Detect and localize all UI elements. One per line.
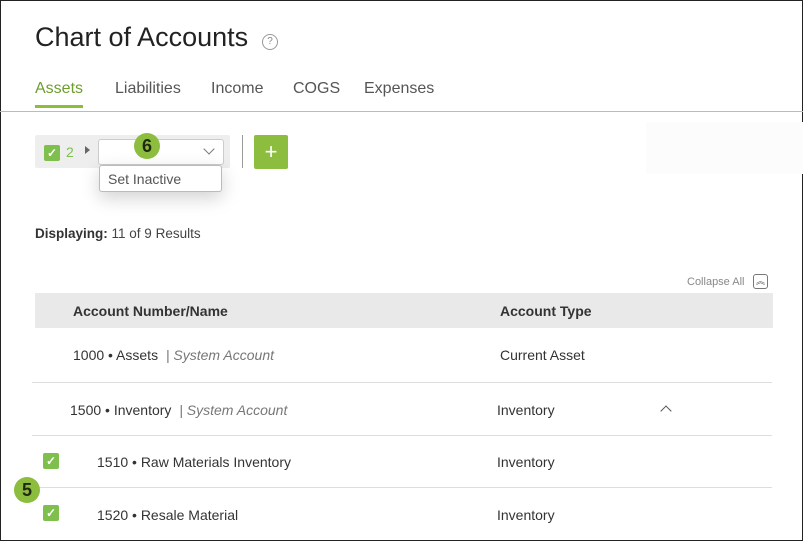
table-row[interactable]: 1500 • Inventory | System Account — [70, 402, 287, 418]
system-account-tag: | System Account — [165, 347, 275, 363]
account-name[interactable]: 1520 • Resale Material — [97, 507, 238, 523]
selected-count: 2 — [66, 144, 74, 160]
account-name: 1000 • Assets — [73, 347, 159, 363]
row-divider — [32, 435, 772, 436]
column-header-type[interactable]: Account Type — [500, 303, 592, 319]
tab-cogs[interactable]: COGS — [293, 80, 340, 98]
account-name: 1500 • Inventory — [70, 402, 172, 418]
add-account-button[interactable]: + — [254, 135, 288, 169]
table-row[interactable]: 1000 • Assets | System Account — [73, 347, 274, 363]
toolbar-divider — [242, 135, 243, 168]
column-header-account[interactable]: Account Number/Name — [73, 303, 228, 319]
results-text: 11 of 9 Results — [111, 226, 201, 241]
bulk-action-select[interactable] — [98, 139, 224, 165]
step-badge-6: 6 — [134, 133, 160, 159]
tab-bar: Assets Liabilities Income COGS Expenses — [0, 80, 803, 112]
dropdown-option-set-inactive[interactable]: Set Inactive — [99, 165, 222, 192]
toolbar-right-area — [646, 122, 803, 174]
tab-liabilities[interactable]: Liabilities — [115, 80, 181, 98]
collapse-all-link[interactable]: Collapse All — [687, 276, 744, 288]
row-divider — [32, 382, 772, 383]
system-account-tag: | System Account — [179, 402, 288, 418]
results-label: Displaying: — [35, 226, 108, 241]
table-header: Account Number/Name Account Type — [35, 293, 773, 328]
account-type: Current Asset — [500, 347, 585, 363]
account-type: Inventory — [497, 402, 555, 418]
tab-assets[interactable]: Assets — [35, 80, 84, 108]
account-name[interactable]: 1510 • Raw Materials Inventory — [97, 454, 291, 470]
results-summary: Displaying: 11 of 9 Results — [35, 226, 201, 241]
collapse-all-icon[interactable]: ︽ — [753, 274, 768, 289]
account-type: Inventory — [497, 507, 555, 523]
account-type: Inventory — [497, 454, 555, 470]
caret-right-icon — [85, 146, 90, 154]
page-title: Chart of Accounts — [35, 22, 249, 52]
select-all-checkbox[interactable]: ✓ — [44, 145, 60, 161]
tab-income[interactable]: Income — [211, 80, 263, 98]
tab-expenses[interactable]: Expenses — [364, 80, 434, 98]
row-checkbox[interactable]: ✓ — [43, 505, 59, 521]
row-checkbox[interactable]: ✓ — [43, 453, 59, 469]
row-divider — [32, 487, 772, 488]
step-badge-5: 5 — [14, 477, 40, 503]
help-icon[interactable]: ? — [262, 34, 278, 50]
